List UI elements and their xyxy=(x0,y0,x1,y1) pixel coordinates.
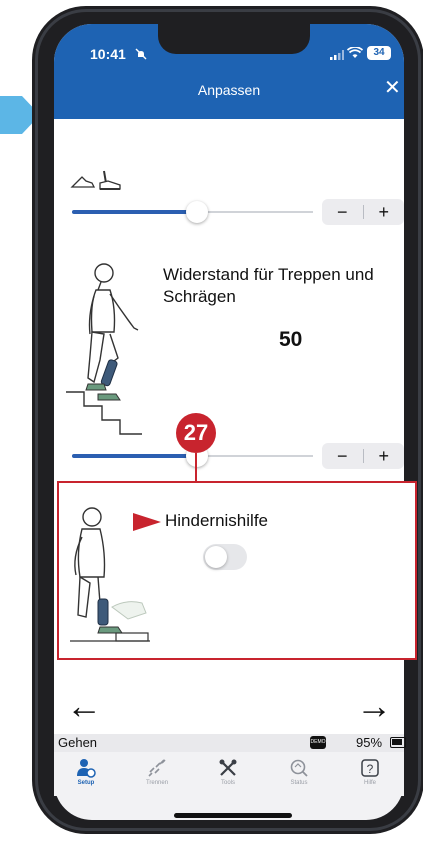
foot-ankle-icons xyxy=(70,170,121,190)
svg-text:?: ? xyxy=(367,762,374,776)
slider-1-thumb[interactable] xyxy=(186,201,209,223)
tab-setup-label: Setup xyxy=(77,780,95,786)
tools-icon xyxy=(219,759,237,776)
tab-hilfe[interactable]: ? Hilfe xyxy=(340,758,400,786)
demo-icon: DEMO xyxy=(310,736,326,749)
close-button[interactable]: ✕ xyxy=(384,78,401,98)
resistance-value: 50 xyxy=(279,328,303,351)
activity-mode: Gehen xyxy=(58,735,98,750)
screenshot-stage: 10:41 34 Anpassen ✕ − + Widerstand für T… xyxy=(0,0,423,844)
tab-setup[interactable]: Setup xyxy=(56,758,116,786)
pointer-triangle-icon xyxy=(133,513,161,531)
slider-1[interactable] xyxy=(72,200,313,224)
tab-tools[interactable]: Tools xyxy=(198,758,258,786)
stepper-1-plus-button[interactable]: + xyxy=(364,199,405,225)
stepper-1: − + xyxy=(322,199,404,225)
device-battery-icon xyxy=(390,737,406,748)
phone-notch xyxy=(158,24,310,54)
stepper-2-plus-button[interactable]: + xyxy=(364,443,405,469)
back-arrow-button[interactable]: ← xyxy=(66,688,102,724)
stepper-2-minus-button[interactable]: − xyxy=(322,443,363,469)
slider-2-fill xyxy=(72,454,198,458)
tab-status-label: Status xyxy=(290,780,308,786)
wifi-icon xyxy=(347,47,363,58)
silent-mode-icon xyxy=(135,48,147,60)
cellular-signal-icon xyxy=(330,50,344,60)
tab-status[interactable]: Status xyxy=(269,758,329,786)
stepper-2: − + xyxy=(322,443,404,469)
tab-tools-label: Tools xyxy=(220,780,235,786)
tab-hilfe-label: Hilfe xyxy=(363,780,376,786)
bottom-tab-bar: Setup Trennen Tools Status ? Hilfe xyxy=(54,752,404,796)
resistance-label: Widerstand für Treppen und Schrägen xyxy=(163,265,374,306)
obstacle-assist-label: Hindernishilfe xyxy=(165,511,268,530)
home-indicator xyxy=(174,813,292,818)
device-battery-percent: 95% xyxy=(356,735,383,750)
user-settings-icon xyxy=(77,759,96,778)
forward-arrow-button[interactable]: → xyxy=(356,688,392,724)
status-search-icon xyxy=(290,759,308,777)
obstacle-assist-toggle[interactable] xyxy=(203,544,247,570)
stairs-walking-figure xyxy=(66,263,142,435)
callout-number-badge: 27 xyxy=(176,413,216,453)
page-title: Anpassen xyxy=(197,82,261,98)
slider-1-fill xyxy=(72,210,198,214)
phone-screen: 10:41 34 Anpassen ✕ − + Widerstand für T… xyxy=(54,24,404,820)
disconnect-icon xyxy=(148,759,166,777)
tab-trennen-label: Trennen xyxy=(145,780,169,786)
help-icon: ? xyxy=(361,759,379,777)
callout-connector-line xyxy=(195,453,197,481)
device-status-bar: Gehen DEMO 95% xyxy=(54,734,406,752)
status-time: 10:41 xyxy=(90,46,126,62)
toggle-knob xyxy=(205,546,227,568)
stepper-1-minus-button[interactable]: − xyxy=(322,199,363,225)
phone-battery-icon: 34 xyxy=(367,46,391,60)
tab-trennen[interactable]: Trennen xyxy=(127,758,187,786)
